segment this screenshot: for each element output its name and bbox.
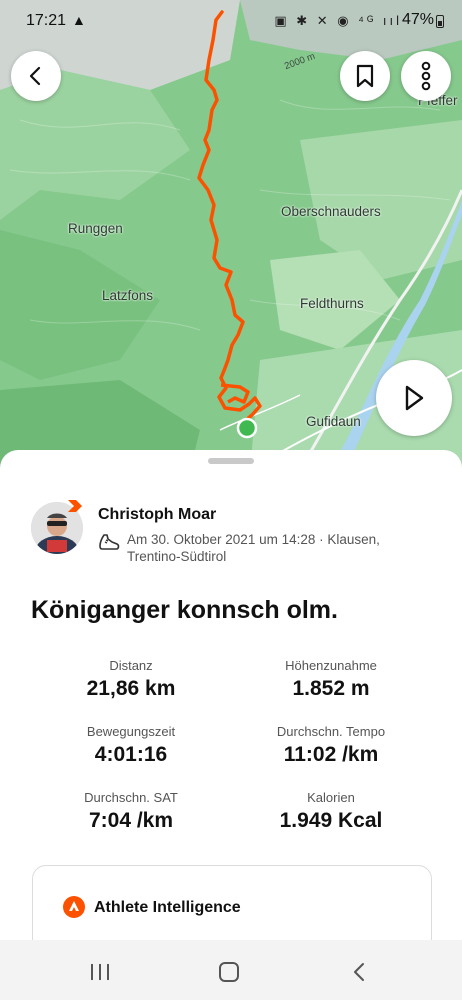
subscriber-badge-icon xyxy=(68,500,82,512)
place-label-gufidaun: Gufidaun xyxy=(306,414,361,429)
play-flyover-button[interactable] xyxy=(376,360,452,436)
battery-icon xyxy=(436,15,444,28)
stat-distance: Distanz 21,86 km xyxy=(31,658,231,701)
system-back-button[interactable] xyxy=(352,962,366,982)
stat-calories: Kalorien 1.949 Kcal xyxy=(231,790,431,833)
stat-elevation-label: Höhenzunahme xyxy=(285,658,377,673)
battery-percent: 47% xyxy=(401,11,434,28)
place-label-feldthurns: Feldthurns xyxy=(300,296,364,311)
athlete-intelligence-icon xyxy=(63,896,85,918)
back-button[interactable] xyxy=(11,51,61,101)
athlete-intelligence-title: Athlete Intelligence xyxy=(94,899,241,916)
stat-moving-time: Bewegungszeit 4:01:16 xyxy=(31,724,231,767)
stat-moving-time-value: 4:01:16 xyxy=(94,743,168,766)
activity-date-location: Am 30. Oktober 2021 um 14:28 · Klausen, … xyxy=(127,532,380,564)
stat-gap-value: 7:04 /km xyxy=(88,809,174,832)
stat-pace-label: Durchschn. Tempo xyxy=(276,724,386,739)
more-options-button[interactable] xyxy=(401,51,451,101)
stat-grade-adjusted-pace: Durchschn. SAT 7:04 /km xyxy=(31,790,231,833)
stat-gap-label: Durchschn. SAT xyxy=(84,790,178,805)
run-shoe-icon xyxy=(99,534,120,550)
place-label-oberschnauders: Oberschnauders xyxy=(281,204,381,219)
stat-distance-label: Distanz xyxy=(109,658,153,673)
status-icons: ▣ ✱ ✕ ◉ ⁴ᴳ ııl xyxy=(274,13,402,28)
stat-elevation-gain: Höhenzunahme 1.852 m xyxy=(231,658,431,701)
bookmark-icon xyxy=(356,64,374,88)
home-button[interactable] xyxy=(219,962,239,982)
chevron-left-icon xyxy=(29,66,41,86)
status-bar: 17:21 ▲ ▣ ✱ ✕ ◉ ⁴ᴳ ııl 47% xyxy=(0,0,462,44)
bookmark-button[interactable] xyxy=(340,51,390,101)
more-vertical-icon xyxy=(421,61,431,91)
stat-elevation-value: 1.852 m xyxy=(292,677,370,700)
stat-average-pace: Durchschn. Tempo 11:02 /km xyxy=(231,724,431,767)
place-label-runggen: Runggen xyxy=(68,221,123,236)
activity-title: Königanger konnsch olm. xyxy=(31,596,338,624)
stat-distance-value: 21,86 km xyxy=(86,677,176,700)
athlete-name[interactable]: Christoph Moar xyxy=(98,506,216,524)
system-navigation-bar xyxy=(0,940,462,1000)
status-time: 17:21 xyxy=(26,12,67,29)
stat-moving-time-label: Bewegungszeit xyxy=(86,724,176,739)
navigation-arrow-icon: ▲ xyxy=(72,12,86,28)
recent-apps-button[interactable] xyxy=(89,962,111,982)
stat-pace-value: 11:02 /km xyxy=(283,743,379,766)
stat-calories-label: Kalorien xyxy=(307,790,355,805)
sheet-drag-handle[interactable] xyxy=(208,458,254,464)
activity-details-sheet[interactable]: Christoph Moar Am 30. Oktober 2021 um 14… xyxy=(0,450,462,965)
play-icon xyxy=(405,385,424,411)
stat-calories-value: 1.949 Kcal xyxy=(279,809,383,832)
place-label-latzfons: Latzfons xyxy=(102,288,154,303)
